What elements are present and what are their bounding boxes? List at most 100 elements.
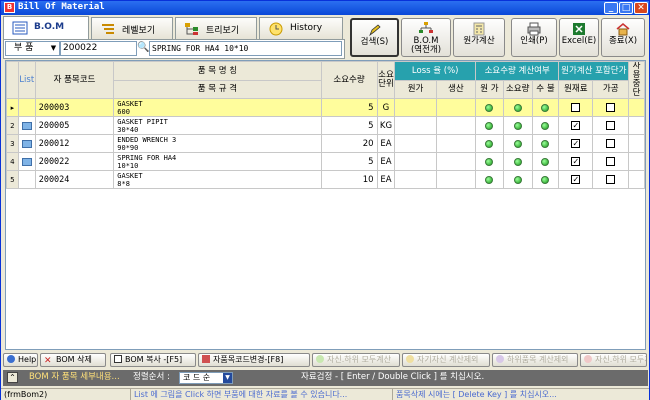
calc-cost-cell[interactable]	[475, 134, 504, 153]
item-code-field[interactable]: 200022	[60, 41, 137, 56]
self-calc-exclude-button[interactable]: 자기자신 계산제외	[402, 353, 490, 367]
loss-prod-cell[interactable]	[435, 152, 477, 171]
table-row[interactable]: 5 200024 GASKET 8*8 10 EA ✓	[6, 170, 645, 189]
unit-cell[interactable]: EA	[376, 152, 396, 171]
process-checkbox[interactable]	[606, 121, 616, 130]
tab-history[interactable]: History	[259, 17, 343, 39]
material-checkbox[interactable]: ✓	[571, 157, 581, 166]
search-button[interactable]: 검색(S)	[350, 18, 399, 57]
header-list[interactable]: List	[17, 61, 36, 99]
header-calc-req[interactable]: 소요량	[502, 79, 533, 99]
list-icon-cell[interactable]	[17, 116, 36, 135]
loss-prod-cell[interactable]	[435, 98, 477, 117]
header-discontinued[interactable]: 사용 중단	[628, 61, 645, 99]
list-icon[interactable]	[21, 157, 32, 166]
item-name-cell[interactable]: GASKET 8*8	[113, 170, 322, 189]
item-code-cell[interactable]: 200005	[34, 116, 115, 135]
minimize-icon[interactable]: _	[604, 2, 618, 14]
calc-num-cell[interactable]	[531, 134, 560, 153]
bom-grid[interactable]: List 자 품목코드 품 목 명 칭 소요수량 소요 단위 Loss 율 (%…	[5, 60, 646, 350]
material-checkbox[interactable]: ✓	[571, 139, 581, 148]
loss-cost-cell[interactable]	[394, 116, 437, 135]
header-unit[interactable]: 소요 단위	[376, 61, 396, 99]
detail-label[interactable]: BOM 자 품목 세부내용...	[29, 370, 120, 385]
header-qty[interactable]: 소요수량	[320, 61, 378, 99]
qty-cell[interactable]: 10	[320, 170, 378, 189]
calc-cost-cell[interactable]	[475, 98, 504, 117]
bom-delete-button[interactable]: ✕ BOM 삭제	[40, 353, 106, 367]
help-button[interactable]: Help	[3, 353, 38, 367]
loss-prod-cell[interactable]	[435, 116, 477, 135]
list-icon-cell[interactable]	[17, 134, 36, 153]
print-button[interactable]: 인쇄(P)	[511, 18, 557, 57]
loss-prod-cell[interactable]	[435, 134, 477, 153]
item-code-cell[interactable]: 200024	[34, 170, 115, 189]
qty-cell[interactable]: 5	[320, 116, 378, 135]
price-process-cell[interactable]	[592, 152, 630, 171]
header-calc-cost[interactable]: 원 가	[475, 79, 504, 99]
expand-icon[interactable]: ⌃	[7, 372, 18, 383]
item-code-cell[interactable]: 200012	[34, 134, 115, 153]
table-row[interactable]: ▸ 200003 GASKET 600 5 G	[6, 98, 645, 117]
list-icon-cell[interactable]	[17, 98, 36, 117]
item-name-cell[interactable]: ENDED WRENCH 3 90*90	[113, 134, 322, 153]
loss-cost-cell[interactable]	[394, 134, 437, 153]
item-name-cell[interactable]: GASKET PIPIT 30*40	[113, 116, 322, 135]
item-code-cell[interactable]: 200022	[34, 152, 115, 171]
search-icon[interactable]: 🔍	[137, 41, 149, 56]
header-item-name[interactable]: 품 목 명 칭	[113, 61, 322, 81]
discontinued-cell[interactable]	[628, 98, 645, 117]
calc-num-cell[interactable]	[531, 116, 560, 135]
process-checkbox[interactable]	[606, 157, 616, 166]
calc-cost-cell[interactable]	[475, 116, 504, 135]
item-code-cell[interactable]: 200003	[34, 98, 115, 117]
calc-cost-cell[interactable]	[475, 152, 504, 171]
price-material-cell[interactable]: ✓	[558, 152, 594, 171]
list-icon[interactable]	[21, 139, 32, 148]
calc-req-cell[interactable]	[502, 134, 533, 153]
qty-cell[interactable]: 5	[320, 152, 378, 171]
price-material-cell[interactable]	[558, 98, 594, 117]
excel-button[interactable]: Excel(E)	[559, 18, 599, 57]
material-checkbox[interactable]: ✓	[571, 175, 581, 184]
close-icon[interactable]: ✕	[634, 2, 648, 14]
loss-cost-cell[interactable]	[394, 170, 437, 189]
unit-cell[interactable]: EA	[376, 170, 396, 189]
tab-tree-view[interactable]: 트리보기	[175, 17, 257, 39]
bom-expand-button[interactable]: B.O.M (역전개)	[401, 18, 451, 57]
process-checkbox[interactable]	[606, 175, 616, 184]
discontinued-cell[interactable]	[628, 152, 645, 171]
calc-cost-cell[interactable]	[475, 170, 504, 189]
qty-cell[interactable]: 5	[320, 98, 378, 117]
price-material-cell[interactable]: ✓	[558, 116, 594, 135]
unit-cell[interactable]: KG	[376, 116, 396, 135]
calc-num-cell[interactable]	[531, 152, 560, 171]
unit-cell[interactable]: EA	[376, 134, 396, 153]
tab-level-view[interactable]: 레벨보기	[91, 17, 173, 39]
discontinued-cell[interactable]	[628, 134, 645, 153]
list-icon-cell[interactable]	[17, 152, 36, 171]
price-material-cell[interactable]: ✓	[558, 170, 594, 189]
calc-num-cell[interactable]	[531, 98, 560, 117]
bom-copy-button[interactable]: BOM 복사 -[F5]	[110, 353, 196, 367]
item-name-cell[interactable]: SPRING FOR HA4 10*10	[113, 152, 322, 171]
cost-calc-button[interactable]: 원가계산	[453, 18, 505, 57]
table-row[interactable]: 3 200012 ENDED WRENCH 3 90*90 20 EA ✓	[6, 134, 645, 153]
calc-req-cell[interactable]	[502, 170, 533, 189]
price-material-cell[interactable]: ✓	[558, 134, 594, 153]
list-icon-cell[interactable]	[17, 170, 36, 189]
price-process-cell[interactable]	[592, 134, 630, 153]
exit-button[interactable]: 종료(X)	[601, 18, 645, 57]
process-checkbox[interactable]	[606, 103, 616, 112]
chevron-down-icon[interactable]: ▼	[48, 42, 59, 55]
item-name-field[interactable]: SPRING FOR HA4 10*10	[149, 41, 342, 56]
child-code-change-button[interactable]: 자품목코드변경-[F8]	[198, 353, 310, 367]
discontinued-cell[interactable]	[628, 116, 645, 135]
discontinued-cell[interactable]	[628, 170, 645, 189]
header-price-material[interactable]: 원재료	[558, 79, 594, 99]
material-checkbox[interactable]	[571, 103, 581, 112]
price-process-cell[interactable]	[592, 170, 630, 189]
self-sub-all-button[interactable]: 자신.하위 모두계산	[312, 353, 400, 367]
header-calc-num[interactable]: 수 불	[531, 79, 560, 99]
header-loss-prod[interactable]: 생산	[435, 79, 477, 99]
